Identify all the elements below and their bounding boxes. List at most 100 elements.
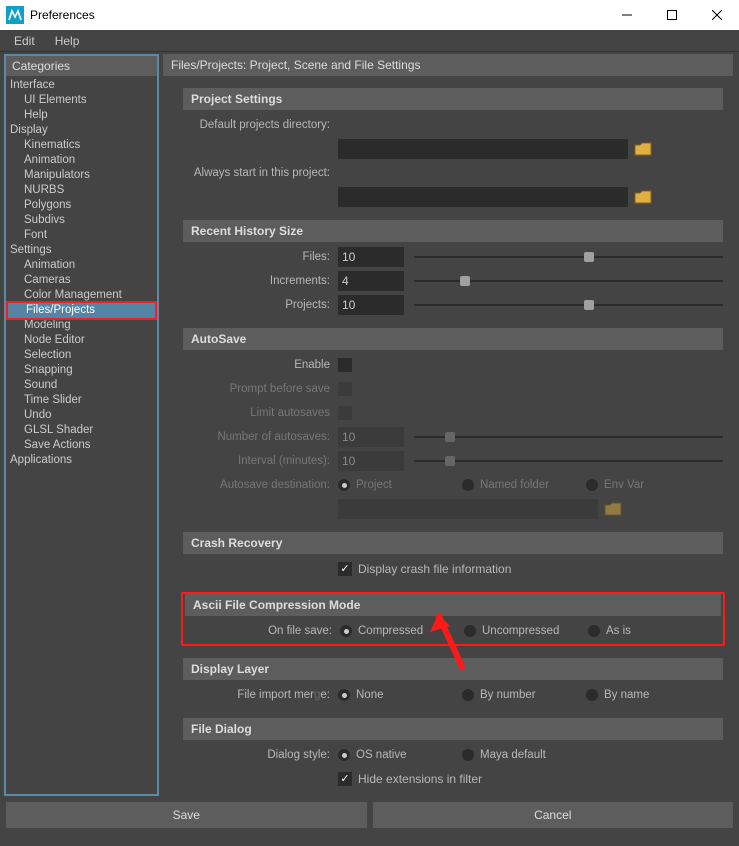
increments-label: Increments: (183, 275, 338, 287)
section-file-dialog: File Dialog Dialog style: OS native Maya… (183, 718, 723, 790)
category-manipulators[interactable]: Manipulators (6, 168, 157, 183)
cancel-button[interactable]: Cancel (373, 802, 734, 828)
category-cameras[interactable]: Cameras (6, 273, 157, 288)
minimize-button[interactable] (604, 0, 649, 30)
os-native-label: OS native (356, 749, 407, 761)
section-title: Display Layer (183, 658, 723, 680)
projects-input[interactable] (338, 295, 404, 315)
dest-named-radio (462, 479, 474, 491)
menubar: Edit Help (0, 30, 739, 52)
limit-checkbox (338, 406, 352, 420)
files-slider[interactable] (414, 250, 723, 264)
enable-checkbox[interactable] (338, 358, 352, 372)
prompt-label: Prompt before save (183, 383, 338, 395)
default-dir-input[interactable] (338, 139, 628, 159)
os-native-radio[interactable] (338, 749, 350, 761)
category-node-editor[interactable]: Node Editor (6, 333, 157, 348)
category-save-actions[interactable]: Save Actions (6, 438, 157, 453)
footer: Save Cancel (0, 798, 739, 832)
projects-slider[interactable] (414, 298, 723, 312)
num-autosaves-label: Number of autosaves: (183, 431, 338, 443)
settings-header: Files/Projects: Project, Scene and File … (163, 54, 733, 76)
category-display[interactable]: Display (6, 123, 157, 138)
browse-folder-icon[interactable] (634, 190, 652, 204)
merge-number-radio[interactable] (462, 689, 474, 701)
increments-input[interactable] (338, 271, 404, 291)
dest-env-label: Env Var (604, 479, 644, 491)
merge-name-label: By name (604, 689, 649, 701)
categories-header: Categories (6, 56, 157, 76)
merge-name-radio[interactable] (586, 689, 598, 701)
category-nurbs[interactable]: NURBS (6, 183, 157, 198)
settings-panel: Files/Projects: Project, Scene and File … (161, 52, 739, 798)
titlebar: Preferences (0, 0, 739, 30)
category-selection[interactable]: Selection (6, 348, 157, 363)
close-button[interactable] (694, 0, 739, 30)
asis-label: As is (606, 625, 631, 637)
files-label: Files: (183, 251, 338, 263)
category-ui-elements[interactable]: UI Elements (6, 93, 157, 108)
dest-env-radio (586, 479, 598, 491)
categories-panel: Categories InterfaceUI ElementsHelpDispl… (4, 54, 159, 796)
increments-slider[interactable] (414, 274, 723, 288)
section-recent-history: Recent History Size Files: Increments: P… (183, 220, 723, 316)
hide-ext-checkbox[interactable] (338, 772, 352, 786)
category-time-slider[interactable]: Time Slider (6, 393, 157, 408)
maya-default-radio[interactable] (462, 749, 474, 761)
merge-none-label: None (356, 689, 384, 701)
enable-label: Enable (183, 359, 338, 371)
browse-folder-icon (604, 502, 622, 516)
merge-number-label: By number (480, 689, 536, 701)
asis-radio[interactable] (588, 625, 600, 637)
compressed-label: Compressed (358, 625, 423, 637)
merge-none-radio[interactable] (338, 689, 350, 701)
section-title: Recent History Size (183, 220, 723, 242)
category-sound[interactable]: Sound (6, 378, 157, 393)
category-applications[interactable]: Applications (6, 453, 157, 468)
highlight-ascii-compression: Ascii File Compression Mode On file save… (181, 592, 725, 646)
category-polygons[interactable]: Polygons (6, 198, 157, 213)
category-glsl-shader[interactable]: GLSL Shader (6, 423, 157, 438)
interval-slider (414, 454, 723, 468)
merge-label: File import merge: (183, 689, 338, 701)
category-help[interactable]: Help (6, 108, 157, 123)
section-title: Ascii File Compression Mode (185, 594, 721, 616)
window-title: Preferences (30, 8, 604, 22)
dest-label: Autosave destination: (183, 479, 338, 491)
save-button[interactable]: Save (6, 802, 367, 828)
category-snapping[interactable]: Snapping (6, 363, 157, 378)
always-start-input[interactable] (338, 187, 628, 207)
category-subdivs[interactable]: Subdivs (6, 213, 157, 228)
uncompressed-radio[interactable] (464, 625, 476, 637)
categories-tree: InterfaceUI ElementsHelpDisplayKinematic… (6, 76, 157, 470)
interval-input (338, 451, 404, 471)
always-start-label: Always start in this project: (183, 167, 338, 179)
category-font[interactable]: Font (6, 228, 157, 243)
menu-help[interactable]: Help (45, 32, 90, 50)
category-undo[interactable]: Undo (6, 408, 157, 423)
display-crash-checkbox[interactable] (338, 562, 352, 576)
uncompressed-label: Uncompressed (482, 625, 559, 637)
dest-project-radio (338, 479, 350, 491)
menu-edit[interactable]: Edit (4, 32, 45, 50)
compressed-radio[interactable] (340, 625, 352, 637)
category-animation[interactable]: Animation (6, 258, 157, 273)
category-animation[interactable]: Animation (6, 153, 157, 168)
dest-named-label: Named folder (480, 479, 549, 491)
category-files-projects[interactable]: Files/Projects (6, 301, 157, 320)
section-title: Crash Recovery (183, 532, 723, 554)
maximize-button[interactable] (649, 0, 694, 30)
section-title: File Dialog (183, 718, 723, 740)
category-kinematics[interactable]: Kinematics (6, 138, 157, 153)
files-input[interactable] (338, 247, 404, 267)
hide-ext-label: Hide extensions in filter (358, 772, 482, 786)
projects-label: Projects: (183, 299, 338, 311)
limit-label: Limit autosaves (183, 407, 338, 419)
num-autosaves-input (338, 427, 404, 447)
category-interface[interactable]: Interface (6, 78, 157, 93)
display-crash-label: Display crash file information (358, 562, 511, 576)
category-modeling[interactable]: Modeling (6, 318, 157, 333)
maya-default-label: Maya default (480, 749, 546, 761)
browse-folder-icon[interactable] (634, 142, 652, 156)
category-settings[interactable]: Settings (6, 243, 157, 258)
